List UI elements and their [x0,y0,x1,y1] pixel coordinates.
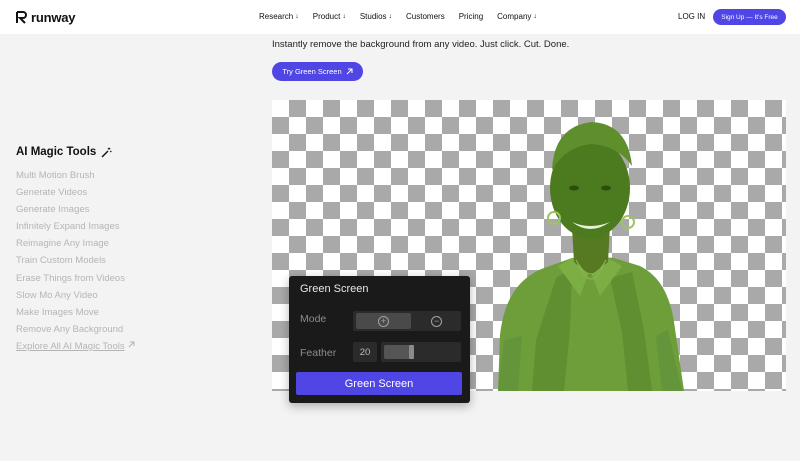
feather-slider-thumb[interactable] [409,345,414,359]
nav-studios[interactable]: Studios ↓ [360,12,392,21]
green-screen-panel: Green Screen Mode + − Feather 20 Green S… [289,276,470,403]
runway-logo-icon [16,11,27,24]
minus-circle-icon: − [431,315,442,327]
nav-company-label: Company [497,12,532,21]
nav-customers-label: Customers [406,12,445,21]
tool-link-erase-things[interactable]: Erase Things from Videos [16,272,135,289]
runway-logo[interactable]: runway [16,10,76,25]
nav-pricing-label: Pricing [458,12,484,21]
feather-label: Feather [300,347,337,359]
tool-link-make-images-move[interactable]: Make Images Move [16,306,135,323]
magic-wand-icon [101,147,112,157]
tools-heading: AI Magic Tools [16,146,112,158]
nav-product[interactable]: Product ↓ [313,12,346,21]
arrow-down-icon: ↓ [342,13,346,20]
site-header: runway Research ↓ Product ↓ Studios ↓ Cu… [0,0,800,34]
tool-link-generate-videos[interactable]: Generate Videos [16,186,135,203]
hero-tagline: Instantly remove the background from any… [272,39,570,50]
feather-slider[interactable] [381,342,461,362]
mode-toggle: + − [353,311,461,331]
mode-add-button[interactable]: + [356,313,411,329]
panel-title: Green Screen [300,283,369,295]
nav-product-label: Product [312,12,341,21]
signup-button[interactable]: Sign Up — It's Free [713,9,786,25]
feather-value[interactable]: 20 [353,342,377,362]
tool-link-reimagine-image[interactable]: Reimagine Any Image [16,237,135,254]
tool-link-slow-mo[interactable]: Slow Mo Any Video [16,289,135,306]
tool-link-remove-background[interactable]: Remove Any Background [16,323,135,340]
tool-link-expand-images[interactable]: Infinitely Expand Images [16,220,135,237]
nav-research-label: Research [259,12,294,21]
arrow-up-right-icon [128,341,135,348]
nav-customers[interactable]: Customers [406,12,445,21]
tools-list: Multi Motion Brush Generate Videos Gener… [16,169,135,357]
explore-all-tools-label: Explore All AI Magic Tools [16,340,125,352]
main-nav: Research ↓ Product ↓ Studios ↓ Customers… [259,12,551,21]
apply-green-screen-button[interactable]: Green Screen [296,372,462,395]
arrow-down-icon: ↓ [295,13,299,20]
tool-link-multi-motion-brush[interactable]: Multi Motion Brush [16,169,135,186]
nav-research[interactable]: Research ↓ [259,12,299,21]
nav-pricing[interactable]: Pricing [459,12,483,21]
nav-studios-label: Studios [359,12,387,21]
mode-label: Mode [300,313,327,325]
tool-link-generate-images[interactable]: Generate Images [16,203,135,220]
tool-link-train-models[interactable]: Train Custom Models [16,254,135,271]
tools-heading-label: AI Magic Tools [16,146,97,158]
explore-all-tools-link[interactable]: Explore All AI Magic Tools [16,340,135,357]
brand-name: runway [31,10,76,25]
mode-subtract-button[interactable]: − [415,313,458,329]
arrow-down-icon: ↓ [533,13,537,20]
try-green-screen-button[interactable]: Try Green Screen [272,62,363,81]
try-green-screen-label: Try Green Screen [282,67,342,76]
arrow-up-right-icon [346,68,353,75]
login-link[interactable]: LOG IN [678,12,705,21]
nav-company[interactable]: Company ↓ [497,12,537,21]
arrow-down-icon: ↓ [388,13,393,20]
plus-circle-icon: + [378,315,389,327]
